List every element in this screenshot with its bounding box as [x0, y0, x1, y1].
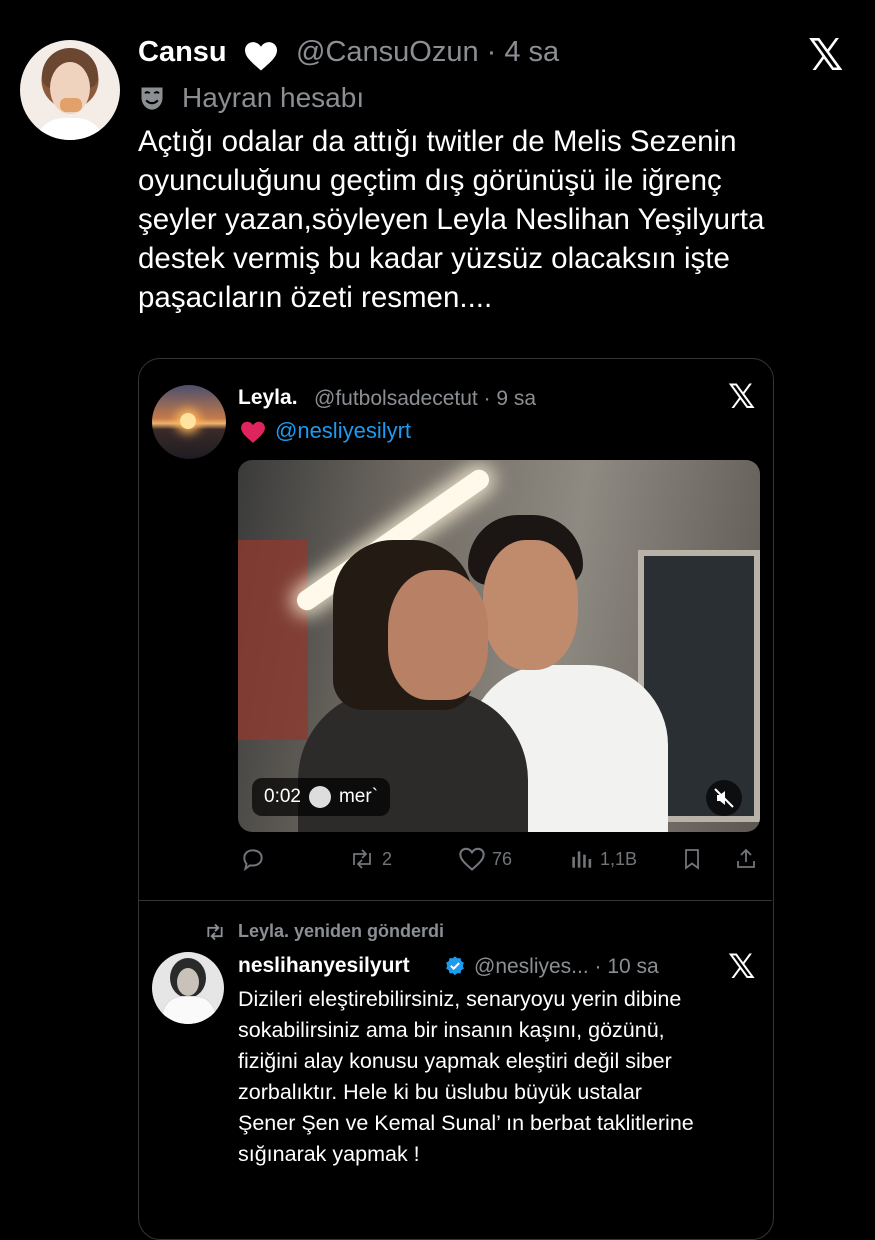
audio-avatar-icon — [308, 786, 331, 808]
views-button[interactable]: 1,1B — [568, 846, 637, 872]
quoted-display-name[interactable]: Leyla. — [238, 386, 298, 410]
reposted-tweet-text: Dizileri eleştirebilirsiniz, senaryoyu y… — [238, 987, 694, 1166]
x-logo-icon[interactable]: 𝕏 — [808, 34, 843, 78]
video-time-pill: 0:02 mer` — [252, 778, 391, 816]
theater-mask-icon — [141, 87, 163, 110]
bookmark-button[interactable] — [680, 846, 704, 872]
red-heart-icon — [241, 421, 265, 443]
repost-icon — [353, 849, 371, 869]
reposted-author-avatar[interactable] — [152, 952, 224, 1024]
video-player[interactable]: 0:02 mer` — [238, 460, 760, 832]
like-count: 76 — [492, 848, 513, 869]
video-frame-background — [238, 540, 308, 740]
reposted-by-label[interactable]: Leyla. yeniden gönderdi — [238, 921, 444, 942]
repost-icon — [207, 923, 223, 941]
reposted-handle-time[interactable]: @nesliyes... · 10 sa — [474, 955, 659, 979]
author-handle-time[interactable]: @CansuOzun · 4 sa — [296, 36, 559, 69]
author-avatar[interactable] — [20, 40, 120, 140]
quoted-handle-time[interactable]: @futbolsadecetut · 9 sa — [314, 387, 536, 411]
reply-icon — [243, 849, 263, 872]
quoted-author-avatar[interactable] — [152, 385, 226, 459]
reposted-display-name[interactable]: neslihanyesilyurt — [238, 954, 410, 978]
mention-link[interactable]: @nesliyesilyrt — [275, 418, 411, 444]
reply-button[interactable] — [240, 846, 272, 872]
tweet-text: Açtığı odalar da attığı twitler de Melis… — [138, 125, 765, 314]
mute-button[interactable] — [706, 780, 742, 816]
views-bar-chart-icon — [572, 851, 592, 868]
heart-outline-icon — [459, 847, 485, 871]
fan-account-label: Hayran hesabı — [182, 82, 365, 113]
bookmark-icon — [685, 849, 699, 870]
quoted-action-bar: 2 76 1,1B — [238, 846, 760, 878]
author-display-name[interactable]: Cansu — [138, 36, 227, 69]
share-button[interactable] — [734, 846, 758, 872]
white-heart-icon — [245, 42, 277, 71]
views-count: 1,1B — [600, 848, 638, 869]
like-button[interactable]: 76 — [458, 846, 512, 872]
video-time: 0:02 — [264, 786, 301, 807]
repost-button[interactable]: 2 — [348, 846, 392, 872]
speaker-muted-icon — [714, 788, 734, 808]
verified-badge-icon — [446, 956, 464, 976]
card-divider — [138, 900, 772, 901]
x-logo-icon[interactable]: 𝕏 — [728, 950, 755, 984]
repost-count: 2 — [382, 848, 393, 869]
video-caption: mer` — [338, 786, 379, 807]
share-icon — [737, 848, 755, 868]
x-logo-icon[interactable]: 𝕏 — [728, 380, 755, 414]
